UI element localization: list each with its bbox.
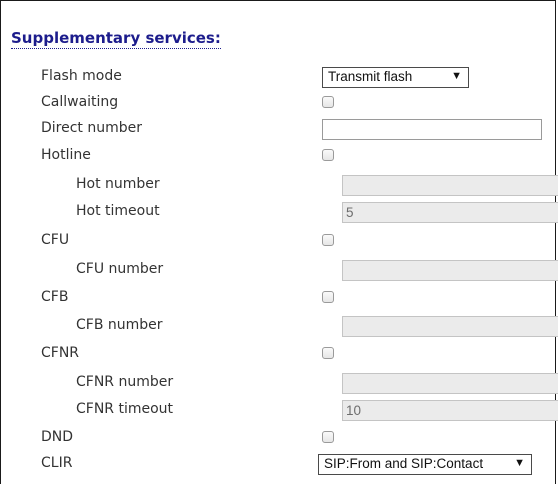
row-cfb-number: CFB number (1, 313, 558, 339)
row-callwaiting: Callwaiting (1, 90, 557, 116)
row-cfb: CFB (1, 285, 557, 311)
row-cfnr: CFNR (1, 341, 557, 367)
cfb-number-label: CFB number (76, 317, 163, 333)
cfnr-checkbox[interactable] (322, 347, 334, 359)
row-flash-mode: Flash mode Transmit flash ▼ (1, 64, 557, 90)
direct-number-label: Direct number (41, 120, 143, 136)
row-direct-number: Direct number (1, 116, 557, 142)
cfnr-timeout-input[interactable]: 10 (342, 400, 558, 421)
chevron-down-icon: ▼ (514, 457, 525, 469)
row-hot-timeout: Hot timeout 5 (1, 199, 558, 225)
settings-panel: Supplementary services: Flash mode Trans… (0, 0, 558, 484)
dnd-checkbox[interactable] (322, 431, 334, 443)
row-hotline: Hotline (1, 143, 557, 169)
hotline-checkbox[interactable] (322, 149, 334, 161)
hot-timeout-input[interactable]: 5 (342, 202, 558, 223)
cfnr-number-label: CFNR number (76, 374, 174, 390)
clir-select[interactable]: SIP:From and SIP:Contact ▼ (318, 454, 532, 475)
cfu-label: CFU (41, 232, 70, 248)
row-dnd: DND (1, 425, 557, 451)
hot-number-label: Hot number (76, 176, 160, 192)
hot-number-input[interactable] (342, 175, 558, 196)
callwaiting-label: Callwaiting (41, 94, 119, 110)
cfb-label: CFB (41, 289, 69, 305)
clir-label: CLIR (41, 455, 73, 471)
row-cfnr-timeout: CFNR timeout 10 (1, 397, 558, 423)
flash-mode-select[interactable]: Transmit flash ▼ (322, 67, 469, 88)
dnd-label: DND (41, 429, 74, 445)
section-title: Supplementary services: (11, 29, 221, 49)
hotline-label: Hotline (41, 147, 91, 163)
cfb-number-input[interactable] (342, 316, 558, 337)
flash-mode-label: Flash mode (41, 68, 122, 84)
cfnr-number-input[interactable] (342, 373, 558, 394)
row-cfnr-number: CFNR number (1, 370, 558, 396)
row-hot-number: Hot number (1, 172, 558, 198)
row-clir: CLIR SIP:From and SIP:Contact ▼ (1, 451, 557, 477)
direct-number-input[interactable] (322, 119, 542, 140)
cfu-checkbox[interactable] (322, 234, 334, 246)
callwaiting-checkbox[interactable] (322, 96, 334, 108)
flash-mode-value: Transmit flash (328, 69, 413, 84)
row-cfu: CFU (1, 228, 557, 254)
cfu-number-input[interactable] (342, 260, 558, 281)
cfnr-timeout-label: CFNR timeout (76, 401, 174, 417)
cfb-checkbox[interactable] (322, 291, 334, 303)
cfu-number-label: CFU number (76, 261, 164, 277)
clir-value: SIP:From and SIP:Contact (324, 456, 484, 471)
cfnr-label: CFNR (41, 345, 80, 361)
chevron-down-icon: ▼ (451, 70, 462, 82)
hot-timeout-label: Hot timeout (76, 203, 160, 219)
row-cfu-number: CFU number (1, 257, 558, 283)
